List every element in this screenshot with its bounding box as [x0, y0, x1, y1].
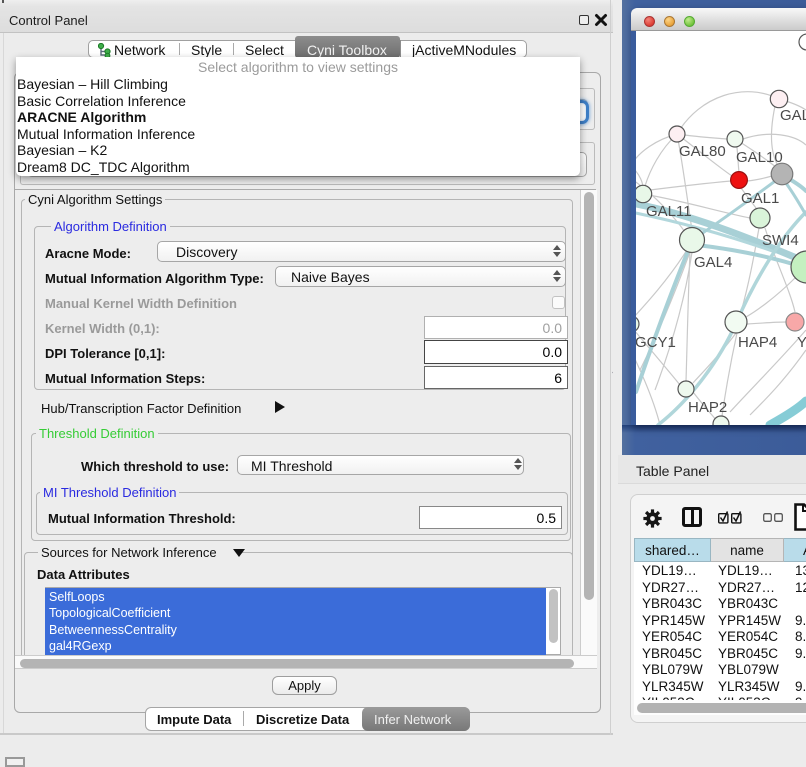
svg-text:GAL10: GAL10 — [736, 149, 783, 166]
svg-text:GAL4: GAL4 — [694, 254, 732, 271]
svg-text:HAP4: HAP4 — [738, 334, 777, 351]
svg-text:GAL1: GAL1 — [741, 190, 779, 207]
svg-text:GAL80: GAL80 — [679, 143, 726, 160]
svg-text:HAP2: HAP2 — [688, 399, 727, 416]
svg-text:GAL11: GAL11 — [646, 203, 692, 220]
svg-text:SWI4: SWI4 — [762, 232, 799, 249]
svg-text:Y: Y — [797, 334, 806, 351]
svg-text:GAL2: GAL2 — [780, 107, 806, 124]
svg-text:GCY1: GCY1 — [636, 334, 676, 351]
